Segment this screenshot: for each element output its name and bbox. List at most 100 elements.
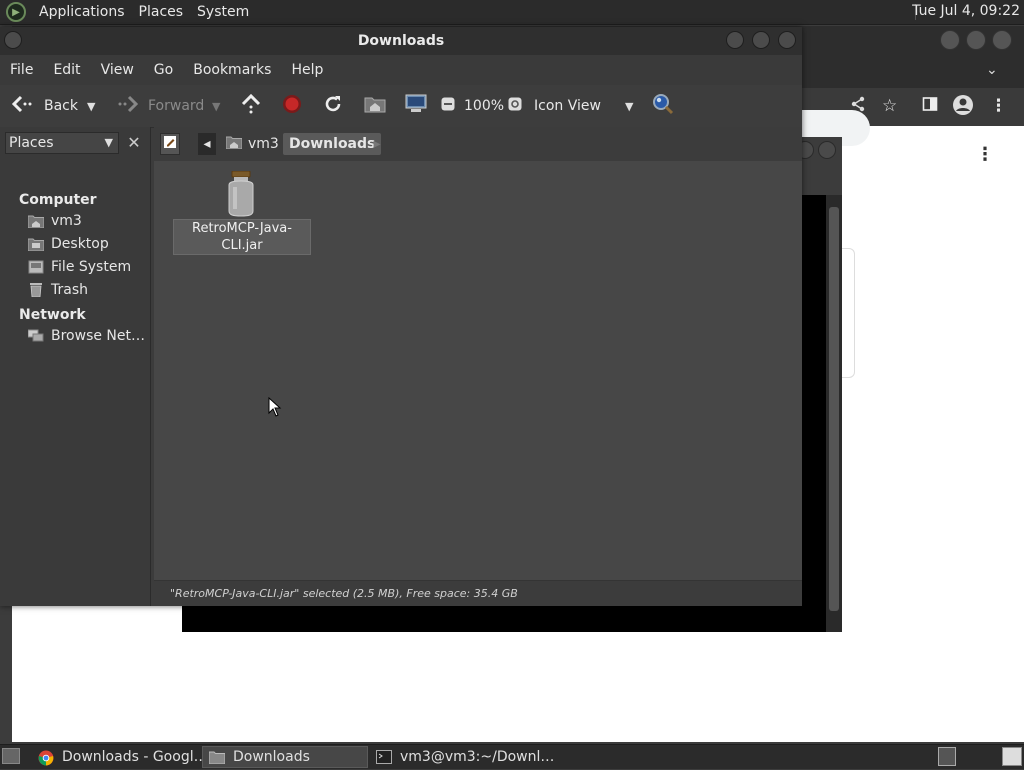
- zoom-out-icon: [441, 97, 455, 115]
- forward-history-dropdown[interactable]: ▼: [212, 85, 220, 127]
- forward-arrow-icon: [116, 95, 139, 118]
- computer-button[interactable]: [405, 85, 427, 127]
- chrome-maximize-button[interactable]: [966, 30, 986, 50]
- view-mode-select[interactable]: Icon View: [534, 85, 601, 127]
- sidebar-item-label: File System: [51, 259, 132, 275]
- task-label: Downloads - Googl…: [62, 749, 208, 765]
- sidebar-mode-select[interactable]: Places ▼: [5, 132, 119, 154]
- home-folder-icon: [27, 214, 45, 229]
- zoom-level[interactable]: 100%: [464, 85, 504, 127]
- sidebar: Places ▼ ✕ Computer vm3 Desktop File Sys…: [0, 127, 151, 606]
- sidebar-item-trash[interactable]: Trash: [28, 282, 88, 298]
- sidebar-item-browse-network[interactable]: Browse Net…: [27, 328, 146, 344]
- profile-avatar-icon[interactable]: [952, 94, 974, 121]
- menu-bookmarks[interactable]: Bookmarks: [183, 62, 281, 78]
- file-item[interactable]: RetroMCP-Java- CLI.jar: [173, 167, 311, 257]
- sidebar-heading-computer: Computer: [19, 192, 97, 208]
- view-mode-dropdown[interactable]: ▼: [625, 85, 633, 127]
- bookmark-star-icon[interactable]: ☆: [882, 96, 897, 116]
- desktop-folder-icon: [27, 237, 45, 252]
- trash-icon: [28, 283, 44, 298]
- sidebar-item-desktop[interactable]: Desktop: [27, 236, 109, 252]
- show-desktop-icon[interactable]: [2, 748, 20, 764]
- back-label: Back: [44, 98, 78, 114]
- menu-go[interactable]: Go: [144, 62, 183, 78]
- folder-icon: [208, 750, 226, 765]
- drive-icon: [28, 260, 44, 274]
- terminal-close-button[interactable]: [818, 141, 836, 159]
- sidebar-item-file-system[interactable]: File System: [28, 259, 131, 275]
- window-menu-button[interactable]: [4, 31, 22, 49]
- distro-logo-icon[interactable]: ▶: [6, 2, 26, 22]
- search-icon: [652, 93, 674, 119]
- terminal-scrollbar-thumb[interactable]: [829, 207, 839, 611]
- zoom-in-icon: [508, 97, 522, 115]
- file-icon-view[interactable]: RetroMCP-Java- CLI.jar: [154, 161, 802, 580]
- computer-icon: [405, 94, 427, 118]
- home-folder-icon: [364, 95, 386, 117]
- workspace-switcher[interactable]: [1002, 747, 1022, 766]
- terminal-icon: [376, 750, 392, 764]
- chrome-close-button[interactable]: [992, 30, 1012, 50]
- toolbar: Back ▼ Forward ▼ 100% Icon View ▼: [0, 85, 802, 128]
- path-scroll-right-button[interactable]: ▸: [370, 133, 384, 155]
- crumb-label: vm3: [248, 136, 279, 152]
- path-crumb-downloads[interactable]: Downloads: [283, 133, 382, 155]
- sidebar-item-label: vm3: [51, 213, 82, 229]
- sidebar-mode-label: Places: [9, 135, 54, 151]
- maximize-button[interactable]: [752, 31, 770, 49]
- caret-down-icon: ▼: [212, 99, 221, 113]
- chrome-tab-list-chevron-icon[interactable]: ⌄: [986, 62, 998, 78]
- chrome-logo-icon: [38, 750, 54, 766]
- home-button[interactable]: [364, 85, 386, 127]
- side-panel-icon[interactable]: [922, 96, 938, 117]
- chevron-left-icon: ◂: [203, 136, 211, 152]
- zoom-in-button[interactable]: [508, 85, 522, 127]
- reload-button[interactable]: [323, 85, 343, 127]
- back-button[interactable]: Back: [11, 85, 78, 127]
- caret-down-icon: ▼: [104, 136, 113, 149]
- sidebar-close-button[interactable]: ✕: [123, 132, 145, 154]
- menu-file[interactable]: File: [0, 62, 43, 78]
- sidebar-item-vm3[interactable]: vm3: [27, 213, 82, 229]
- task-terminal[interactable]: vm3@vm3:~/Downl…: [370, 746, 554, 768]
- forward-button[interactable]: Forward: [116, 85, 204, 127]
- system-menu[interactable]: System: [190, 4, 256, 20]
- path-scroll-left-button[interactable]: ◂: [198, 133, 216, 155]
- trash-applet-icon[interactable]: [938, 747, 956, 766]
- back-arrow-icon: [11, 95, 34, 118]
- search-button[interactable]: [652, 85, 674, 127]
- applications-menu[interactable]: Applications: [32, 4, 132, 20]
- top-panel: ▶ Applications Places System Tue Jul 4, …: [0, 0, 1024, 25]
- zoom-out-button[interactable]: [441, 85, 455, 127]
- mouse-pointer-icon: [268, 396, 282, 421]
- content-area: ◂ vm3 Downloads ▸ RetroMCP-Java- CLI.jar…: [154, 127, 802, 606]
- menubar: File Edit View Go Bookmarks Help: [0, 55, 802, 85]
- sidebar-item-label: Desktop: [51, 236, 109, 252]
- file-name-line: RetroMCP-Java-: [192, 221, 292, 236]
- task-label: vm3@vm3:~/Downl…: [400, 749, 555, 765]
- close-button[interactable]: [778, 31, 796, 49]
- places-menu[interactable]: Places: [132, 4, 191, 20]
- menu-help[interactable]: Help: [281, 62, 333, 78]
- path-crumb-vm3[interactable]: vm3: [222, 133, 285, 155]
- task-label: Downloads: [233, 749, 310, 765]
- menu-edit[interactable]: Edit: [43, 62, 90, 78]
- sidebar-header: Places ▼ ✕: [5, 132, 145, 154]
- clock[interactable]: Tue Jul 4, 09:22: [912, 3, 1020, 19]
- location-edit-button[interactable]: [160, 133, 180, 155]
- forward-label: Forward: [148, 98, 205, 114]
- sidebar-item-label: Browse Net…: [51, 328, 146, 344]
- back-history-dropdown[interactable]: ▼: [87, 85, 95, 127]
- window-titlebar[interactable]: Downloads: [0, 27, 802, 55]
- menu-view[interactable]: View: [91, 62, 144, 78]
- up-button[interactable]: [240, 85, 262, 127]
- stop-button[interactable]: [282, 85, 302, 127]
- file-name-label: RetroMCP-Java- CLI.jar: [173, 219, 311, 255]
- task-file-manager[interactable]: Downloads: [202, 746, 368, 768]
- page-kebab-icon[interactable]: ⋮: [976, 144, 994, 165]
- minimize-button[interactable]: [726, 31, 744, 49]
- chrome-menu-kebab-icon[interactable]: ⋮: [990, 96, 1007, 116]
- chrome-minimize-button[interactable]: [940, 30, 960, 50]
- task-chrome[interactable]: Downloads - Googl…: [32, 746, 208, 768]
